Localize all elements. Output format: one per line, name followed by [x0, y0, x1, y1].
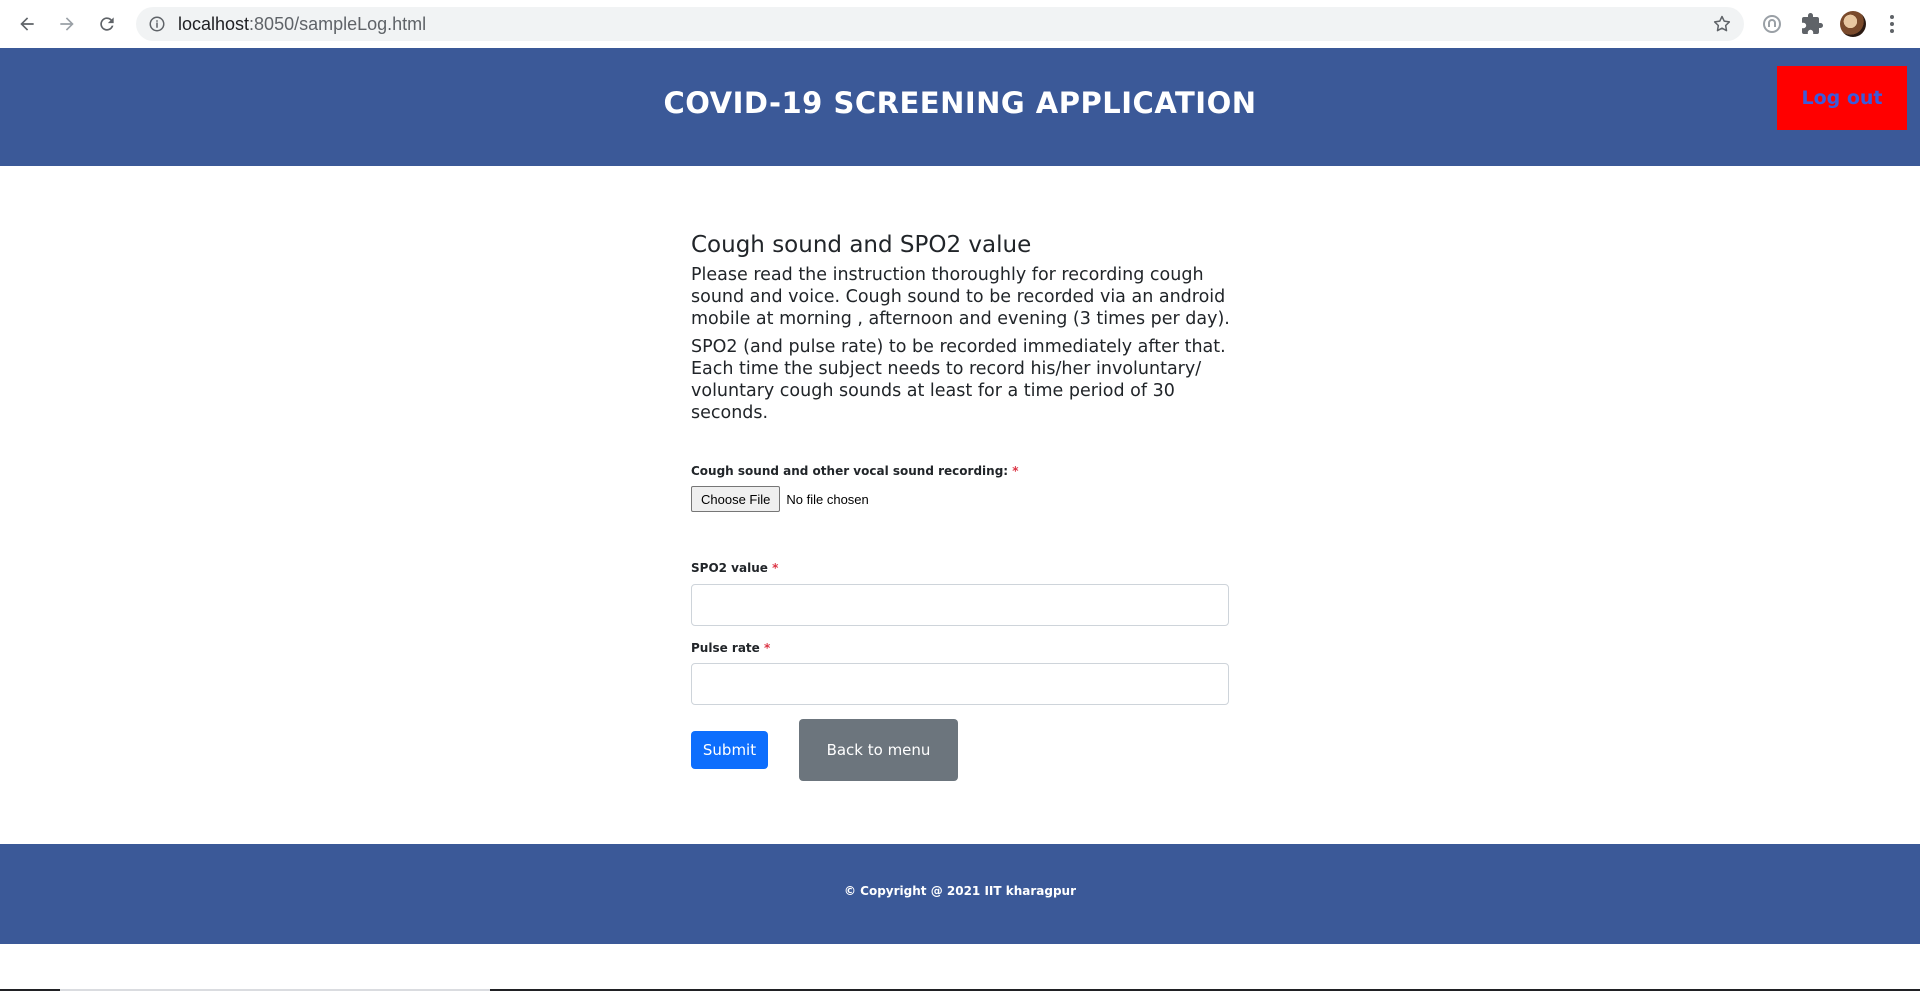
instruction-paragraph-2: SPO2 (and pulse rate) to be recorded imm…: [691, 337, 1226, 423]
logout-button[interactable]: Log out: [1777, 66, 1907, 130]
url-path: :8050/sampleLog.html: [249, 14, 427, 34]
app-header: COVID-19 SCREENING APPLICATION Log out: [0, 48, 1920, 166]
forward-arrow-icon[interactable]: [53, 10, 81, 38]
profile-avatar[interactable]: [1840, 11, 1866, 37]
app-title: COVID-19 SCREENING APPLICATION: [663, 86, 1257, 120]
puzzle-icon[interactable]: [1800, 12, 1824, 36]
pulse-rate-label-text: Pulse rate: [691, 641, 760, 655]
spo2-label-text: SPO2 value: [691, 561, 768, 575]
file-upload-label: Cough sound and other vocal sound record…: [691, 464, 1019, 478]
choose-file-button[interactable]: Choose File: [691, 486, 781, 512]
file-upload-control[interactable]: Choose File No file chosen: [691, 486, 869, 512]
instruction-paragraph-1: Please read the instruction thoroughly f…: [691, 265, 1230, 329]
spo2-input[interactable]: [691, 584, 1229, 626]
page: COVID-19 SCREENING APPLICATION Log out C…: [0, 48, 1920, 991]
copyright-text: © Copyright @ 2021 IIT kharagpur: [843, 884, 1077, 898]
browser-toolbar: localhost:8050/sampleLog.html: [0, 0, 1920, 48]
star-icon[interactable]: [1712, 14, 1732, 34]
info-icon[interactable]: [148, 15, 166, 33]
url-host: localhost: [178, 14, 250, 34]
file-upload-label-text: Cough sound and other vocal sound record…: [691, 464, 1009, 478]
back-to-menu-button[interactable]: Back to menu: [799, 719, 958, 781]
extension-icon[interactable]: [1760, 12, 1784, 36]
address-bar[interactable]: localhost:8050/sampleLog.html: [136, 7, 1744, 41]
pulse-rate-input[interactable]: [691, 663, 1229, 705]
required-mark: *: [764, 641, 771, 655]
reload-icon[interactable]: [93, 10, 121, 38]
url-text[interactable]: localhost:8050/sampleLog.html: [178, 14, 426, 35]
app-footer: © Copyright @ 2021 IIT kharagpur: [0, 844, 1920, 944]
instructions-section: Cough sound and SPO2 value Please read t…: [691, 231, 1231, 424]
pulse-rate-label: Pulse rate *: [691, 641, 770, 655]
more-vert-icon[interactable]: [1882, 12, 1902, 36]
required-mark: *: [1012, 464, 1019, 478]
submit-button[interactable]: Submit: [691, 731, 768, 769]
back-arrow-icon[interactable]: [13, 10, 41, 38]
required-mark: *: [772, 561, 779, 575]
spo2-label: SPO2 value *: [691, 561, 778, 575]
section-title: Cough sound and SPO2 value: [691, 232, 1032, 258]
file-status-text: No file chosen: [786, 491, 869, 507]
